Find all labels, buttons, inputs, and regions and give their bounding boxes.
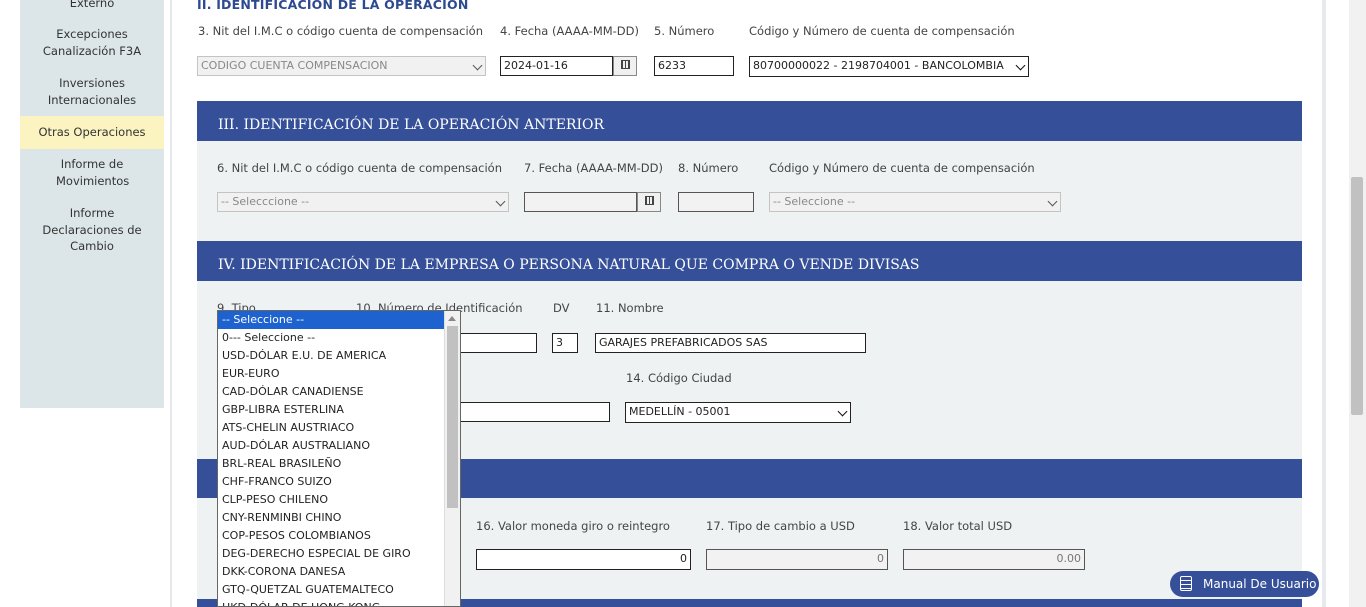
calendar-icon	[621, 60, 630, 69]
calendar-icon	[645, 196, 654, 205]
dropdown-option[interactable]: CNY-RENMINBI CHINO	[218, 509, 445, 527]
dropdown-option[interactable]: BRL-REAL BRASILEÑO	[218, 455, 445, 473]
dropdown-option[interactable]: EUR-EURO	[218, 365, 445, 383]
sidebar: Externo Excepciones Canalización F3A Inv…	[20, 0, 164, 408]
nit-select[interactable]: CODIGO CUENTA COMPENSACION	[197, 56, 486, 76]
fecha-anterior-label: 7. Fecha (AAAA-MM-DD)	[524, 161, 664, 175]
manual-usuario-button[interactable]: Manual De Usuario	[1170, 571, 1319, 597]
nit-label: 3. Nit del I.M.C o código cuenta de comp…	[198, 24, 483, 38]
sidebar-item-inversiones[interactable]: Inversiones Internacionales	[20, 75, 164, 109]
dropdown-scrollbar[interactable]	[444, 311, 460, 606]
dropdown-option[interactable]: CLP-PESO CHILENO	[218, 491, 445, 509]
sidebar-item-label: Inversiones Internacionales	[47, 76, 137, 107]
fecha-label: 4. Fecha (AAAA-MM-DD)	[500, 24, 640, 38]
dropdown-option[interactable]: USD-DÓLAR E.U. DE AMERICA	[218, 347, 445, 365]
dropdown-option[interactable]: 0--- Seleccione --	[218, 329, 445, 347]
chevron-down-icon	[1047, 196, 1058, 207]
sidebar-item-label: Excepciones Canalización F3A	[42, 27, 142, 58]
numero-anterior-input[interactable]	[678, 192, 754, 212]
valor-giro-label: 16. Valor moneda giro o reintegro	[476, 519, 670, 533]
page-scrollbar[interactable]	[1349, 0, 1366, 607]
dv-label: DV	[553, 301, 570, 315]
page-scroll-thumb[interactable]	[1351, 177, 1363, 415]
nombre-value: GARAJES PREFABRICADOS SAS	[599, 336, 768, 349]
valor-usd-input[interactable]: 0.00	[903, 549, 1085, 570]
content-left-border	[170, 0, 172, 607]
dropdown-option[interactable]: HKD-DÓLAR DE HONG KONG	[218, 599, 445, 606]
cuenta-select-value: 80700000022 - 2198704001 - BANCOLOMBIA	[753, 59, 1004, 72]
chevron-down-icon	[472, 60, 483, 71]
cuenta-anterior-label: Código y Número de cuenta de compensació…	[769, 161, 1035, 175]
sidebar-item-otras-operaciones[interactable]: Otras Operaciones	[20, 116, 164, 149]
section-4-header: IV. IDENTIFICACIÓN DE LA EMPRESA O PERSO…	[197, 241, 1302, 281]
sidebar-item-informe-movimientos[interactable]: Informe de Movimientos	[20, 156, 164, 190]
ciudad-select-value: MEDELLÍN - 05001	[629, 405, 731, 418]
dv-input[interactable]: 3	[552, 333, 578, 353]
valor-giro-input[interactable]: 0	[476, 549, 691, 570]
content-right-border	[1322, 0, 1326, 607]
section-3-header: III. IDENTIFICACIÓN DE LA OPERACIÓN ANTE…	[197, 101, 1302, 141]
numero-anterior-label: 8. Número	[678, 161, 739, 175]
calendar-button-anterior[interactable]	[637, 192, 661, 212]
tipo-dropdown-list[interactable]: -- Seleccione -- 0--- Seleccione -- USD-DÓ…	[217, 310, 461, 607]
dropdown-option[interactable]: COP-PESOS COLOMBIANOS	[218, 527, 445, 545]
calendar-button[interactable]	[613, 56, 637, 76]
dropdown-option[interactable]: DEG-DERECHO ESPECIAL DE GIRO	[218, 545, 445, 563]
section-3-panel	[197, 141, 1302, 241]
sidebar-item-informe-declaraciones[interactable]: Informe Declaraciones de Cambio	[20, 205, 164, 255]
nombre-label: 11. Nombre	[596, 301, 664, 315]
chevron-down-icon	[495, 196, 506, 207]
scroll-up-icon[interactable]	[448, 316, 456, 321]
nit-anterior-label: 6. Nit del I.M.C o código cuenta de comp…	[217, 161, 502, 175]
sidebar-item-label: Informe Declaraciones de Cambio	[42, 206, 142, 253]
nit-select-value: CODIGO CUENTA COMPENSACION	[201, 59, 388, 72]
sidebar-item-excepciones[interactable]: Excepciones Canalización F3A	[20, 26, 164, 60]
section-4-title: IV. IDENTIFICACIÓN DE LA EMPRESA O PERSO…	[218, 257, 920, 273]
sidebar-item-label: Externo	[69, 0, 115, 10]
fecha-input[interactable]: 2024-01-16	[500, 56, 613, 76]
direccion-input[interactable]	[440, 402, 610, 422]
nombre-input[interactable]: GARAJES PREFABRICADOS SAS	[595, 333, 866, 353]
nit-anterior-select[interactable]: -- Selecccione --	[217, 192, 509, 212]
cuenta-select[interactable]: 80700000022 - 2198704001 - BANCOLOMBIA	[749, 56, 1029, 77]
chevron-down-icon	[1015, 60, 1026, 71]
tipo-cambio-label: 17. Tipo de cambio a USD	[706, 519, 855, 533]
dv-value: 3	[556, 336, 563, 349]
sidebar-item-label: Informe de Movimientos	[56, 157, 130, 188]
sidebar-item-label: Otras Operaciones	[38, 125, 146, 139]
dropdown-option[interactable]: GBP-LIBRA ESTERLINA	[218, 401, 445, 419]
cuenta-label: Código y Número de cuenta de compensació…	[749, 24, 1015, 38]
valor-usd-label: 18. Valor total USD	[903, 519, 1013, 533]
chevron-down-icon	[837, 406, 848, 417]
tipo-cambio-input[interactable]: 0	[706, 549, 888, 570]
dropdown-option[interactable]: DKK-CORONA DANESA	[218, 563, 445, 581]
valor-usd-value: 0.00	[1056, 552, 1082, 565]
numero-value: 6233	[658, 59, 686, 72]
dropdown-option[interactable]: -- Seleccione --	[218, 311, 445, 329]
dropdown-option[interactable]: ATS-CHELIN AUSTRIACO	[218, 419, 445, 437]
dropdown-option[interactable]: CHF-FRANCO SUIZO	[218, 473, 445, 491]
cuenta-anterior-value: -- Seleccione --	[773, 195, 856, 208]
dropdown-option[interactable]: AUD-DÓLAR AUSTRALIANO	[218, 437, 445, 455]
book-icon	[1180, 576, 1192, 591]
ciudad-select[interactable]: MEDELLÍN - 05001	[625, 402, 851, 423]
dropdown-option[interactable]: GTQ-QUETZAL GUATEMALTECO	[218, 581, 445, 599]
numero-label: 5. Número	[654, 24, 715, 38]
valor-giro-value: 0	[680, 552, 687, 565]
fecha-anterior-input[interactable]	[524, 192, 637, 212]
manual-usuario-label: Manual De Usuario	[1203, 577, 1317, 591]
dropdown-scroll-thumb[interactable]	[447, 326, 458, 508]
dropdown-option[interactable]: CAD-DÓLAR CANADIENSE	[218, 383, 445, 401]
ciudad-label: 14. Código Ciudad	[626, 371, 732, 385]
section-2-title: II. IDENTIFICACION DE LA OPERACION	[197, 0, 469, 12]
sidebar-item-externo[interactable]: Externo	[20, 0, 164, 11]
tipo-cambio-value: 0	[877, 552, 884, 565]
nit-anterior-value: -- Selecccione --	[221, 195, 310, 208]
numero-input[interactable]: 6233	[654, 56, 734, 76]
section-3-title: III. IDENTIFICACIÓN DE LA OPERACIÓN ANTE…	[218, 117, 605, 133]
cuenta-anterior-select[interactable]: -- Seleccione --	[769, 192, 1061, 212]
fecha-value: 2024-01-16	[504, 59, 568, 72]
